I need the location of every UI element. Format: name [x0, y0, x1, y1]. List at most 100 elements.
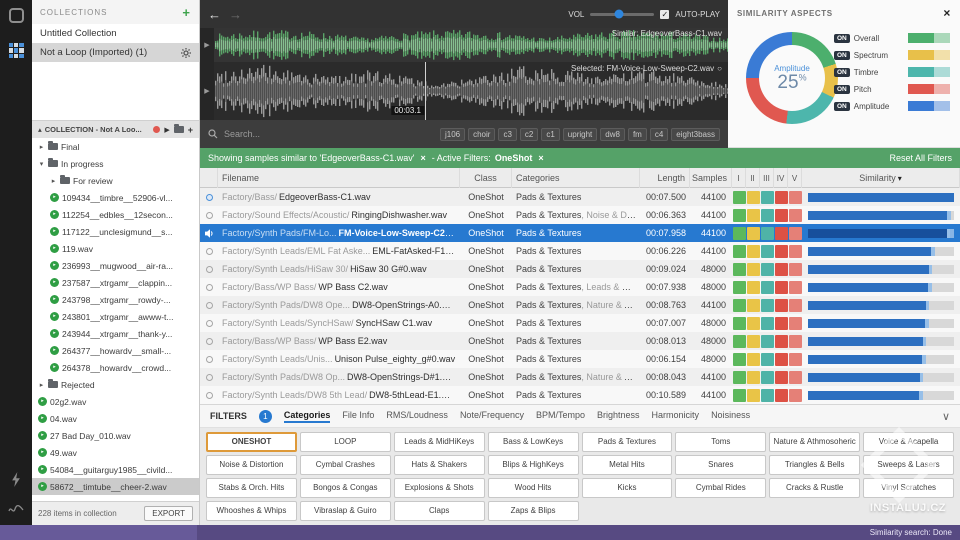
filter-tab-brightness[interactable]: Brightness	[597, 410, 640, 423]
table-row[interactable]: Factory/Bass/WP Bass/WP Bass E2.wav OneSh…	[200, 332, 960, 350]
back-button[interactable]: ←	[208, 7, 221, 22]
tree-file[interactable]: ▸ 237587__xtrgamr__clappin...	[32, 274, 199, 291]
filter-tab-bpm-tempo[interactable]: BPM/Tempo	[536, 410, 585, 423]
search-tag[interactable]: c1	[541, 127, 560, 141]
playhead[interactable]	[425, 62, 426, 120]
loop-toggle-icon[interactable]: ○	[717, 64, 722, 73]
column-header-categories[interactable]: Categories	[512, 168, 640, 188]
table-row[interactable]: Factory/Synth Leads/HiSaw 30/HiSaw 30 G#…	[200, 260, 960, 278]
search-tag[interactable]: c3	[498, 127, 517, 141]
column-header-aspect-5[interactable]: V	[788, 168, 802, 188]
tree-file[interactable]: ▸ 02g2.wav	[32, 393, 199, 410]
search-tag[interactable]: fm	[627, 127, 647, 141]
lightning-icon[interactable]	[12, 472, 20, 487]
column-header-aspect-2[interactable]: II	[746, 168, 760, 188]
tree-file[interactable]: ▸ 27 Bad Day_010.wav	[32, 427, 199, 444]
table-row[interactable]: Factory/Synth Pads/FM-Lo... FM-Voice-Low-…	[200, 224, 960, 242]
collapse-filters-icon[interactable]: ∨	[942, 410, 950, 423]
category-cell[interactable]: Vibraslap & Guiro	[299, 501, 391, 521]
category-cell[interactable]: Kicks	[581, 478, 673, 498]
search-tag[interactable]: c2	[519, 127, 539, 141]
chevron-right-icon[interactable]: ▸	[38, 143, 45, 151]
category-cell[interactable]: Voice & Acapella	[863, 432, 954, 452]
tree-file[interactable]: ▸ 264378__howardv__crowd...	[32, 359, 199, 376]
filter-tab-file-info[interactable]: File Info	[342, 410, 374, 423]
collection-item[interactable]: Not a Loop (Imported) (1)	[32, 43, 199, 62]
table-row[interactable]: Factory/Bass/WP Bass/WP Bass C2.wav OneSh…	[200, 278, 960, 296]
table-row[interactable]: Factory/Synth Leads/EML Fat Aske... EML-F…	[200, 242, 960, 260]
column-header-filename[interactable]: Filename	[218, 168, 460, 188]
reset-all-filters-button[interactable]: Reset All Filters	[889, 153, 952, 163]
forward-button[interactable]: →	[229, 7, 242, 22]
remove-filter-icon[interactable]: ×	[536, 153, 545, 163]
category-cell[interactable]: ONESHOT	[206, 432, 297, 452]
tree-file[interactable]: ▸ 112254__edbles__12secon...	[32, 206, 199, 223]
table-row[interactable]: Factory/Synth Leads/Unis... Unison Pulse_…	[200, 350, 960, 368]
column-header-length[interactable]: Length	[640, 168, 690, 188]
search-tag[interactable]: dw8	[600, 127, 625, 141]
search-tag[interactable]: eight3bass	[671, 127, 720, 141]
volume-slider[interactable]	[590, 9, 655, 19]
category-cell[interactable]: Zaps & Blips	[487, 501, 579, 521]
app-logo-icon[interactable]	[8, 8, 24, 23]
chevron-right-icon[interactable]: ▸	[50, 177, 57, 185]
record-icon[interactable]	[153, 126, 161, 133]
browser-view-icon[interactable]	[8, 43, 24, 58]
category-cell[interactable]: Cymbal Rides	[675, 478, 767, 498]
collapse-icon[interactable]: ▴	[38, 125, 42, 134]
category-cell[interactable]: Noise & Distortion	[206, 455, 297, 475]
add-folder-icon[interactable]	[173, 124, 184, 133]
column-header-similarity[interactable]: Similarity ▾	[802, 168, 960, 188]
category-cell[interactable]: Stabs & Orch. Hits	[206, 478, 297, 498]
tree-folder[interactable]: ▾ In progress	[32, 155, 199, 172]
remove-similarity-icon[interactable]: ×	[419, 153, 428, 163]
close-icon[interactable]: ×	[943, 7, 951, 19]
filter-tab-note-frequency[interactable]: Note/Frequency	[460, 410, 524, 423]
category-cell[interactable]: Claps	[393, 501, 485, 521]
chevron-right-icon[interactable]: ▸	[38, 381, 45, 389]
table-row[interactable]: Factory/Bass/EdgeoverBass-C1.wav OneShot P…	[200, 188, 960, 206]
category-cell[interactable]: Bongos & Congas	[299, 478, 391, 498]
category-cell[interactable]: Metal Hits	[581, 455, 673, 475]
column-header-aspect-3[interactable]: III	[760, 168, 774, 188]
search-tag[interactable]: choir	[468, 127, 496, 141]
tree-folder[interactable]: ▸ Rejected	[32, 376, 199, 393]
category-cell[interactable]: Triangles & Bells	[769, 455, 861, 475]
column-header-aspect-4[interactable]: IV	[774, 168, 788, 188]
tree-folder[interactable]: ▸ For review	[32, 172, 199, 189]
category-cell[interactable]: Sweeps & Lasers	[863, 455, 954, 475]
search-input[interactable]	[224, 129, 374, 139]
category-cell[interactable]: Blips & HighKeys	[487, 455, 579, 475]
tree-file[interactable]: ▸ 117122__unclesigmund__s...	[32, 223, 199, 240]
category-cell[interactable]: Toms	[675, 432, 767, 452]
tree-file[interactable]: ▸ 109434__timbre__52906-vl...	[32, 189, 199, 206]
table-row[interactable]: Factory/Synth Pads/DW8 Op... DW8-OpenStri…	[200, 368, 960, 386]
filter-tab-noisiness[interactable]: Noisiness	[711, 410, 750, 423]
autoplay-checkbox[interactable]: ✓	[660, 9, 670, 19]
column-header-class[interactable]: Class	[460, 168, 512, 188]
signature-icon[interactable]	[8, 503, 24, 515]
table-row[interactable]: Factory/Synth Leads/SyncHSaw/SyncHSaw C1…	[200, 314, 960, 332]
category-cell[interactable]: Wood Hits	[487, 478, 579, 498]
plus-icon[interactable]: +	[188, 125, 193, 135]
search-tag[interactable]: upright	[562, 127, 598, 141]
tree-file[interactable]: ▸ 04.wav	[32, 410, 199, 427]
category-cell[interactable]: Cymbal Crashes	[299, 455, 391, 475]
play-similar-button[interactable]: ▶	[200, 28, 214, 62]
collection-item[interactable]: Untitled Collection	[32, 24, 199, 43]
export-button[interactable]: EXPORT	[144, 506, 193, 521]
category-cell[interactable]: Bass & LowKeys	[487, 432, 579, 452]
chevron-down-icon[interactable]: ▾	[38, 160, 45, 168]
category-cell[interactable]: Vinyl Scratches	[863, 478, 954, 498]
tree-folder[interactable]: ▸ Final	[32, 138, 199, 155]
play-icon[interactable]: ▶	[164, 126, 169, 134]
category-cell[interactable]: Cracks & Rustle	[769, 478, 861, 498]
table-row[interactable]: Factory/Sound Effects/Acoustic/RingingDi…	[200, 206, 960, 224]
category-cell[interactable]: Pads & Textures	[581, 432, 673, 452]
tree-file[interactable]: ▸ 243798__xtrgamr__rowdy-...	[32, 291, 199, 308]
tree-file[interactable]: ▸ 243801__xtrgamr__awww-t...	[32, 308, 199, 325]
tree-file[interactable]: ▸ 264377__howardv__small-...	[32, 342, 199, 359]
filter-tab-rms-loudness[interactable]: RMS/Loudness	[386, 410, 448, 423]
category-cell[interactable]: Whooshes & Whips	[206, 501, 297, 521]
tree-file[interactable]: ▸ 54084__guitarguy1985__civild...	[32, 461, 199, 478]
